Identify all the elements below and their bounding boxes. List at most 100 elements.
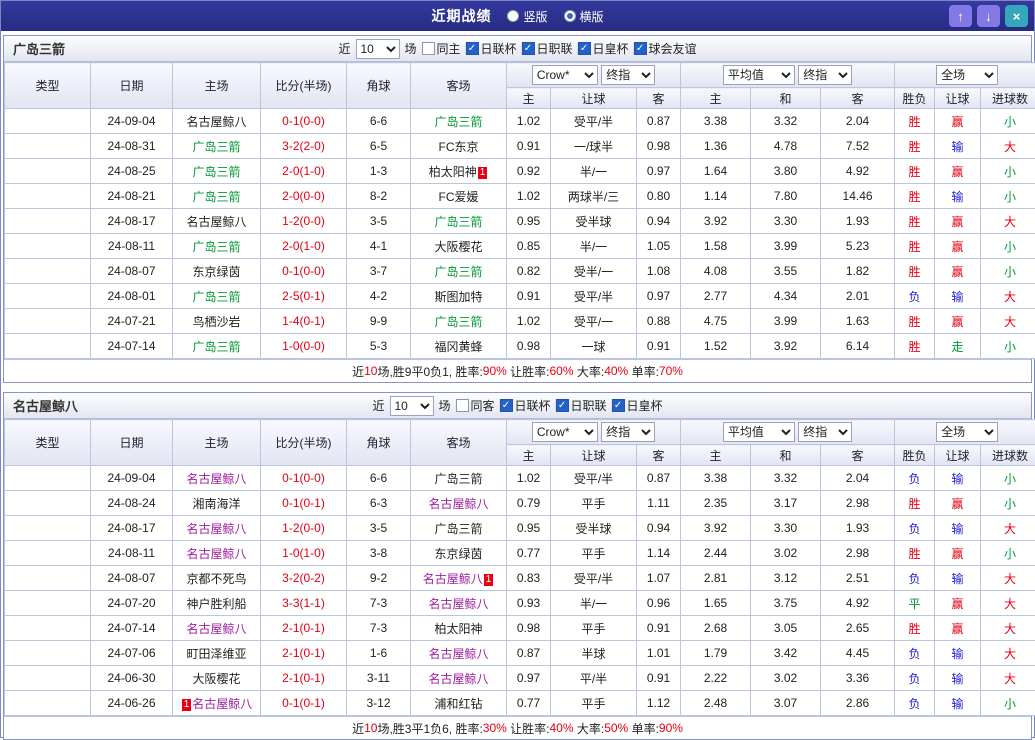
corners-cell: 6-6 bbox=[347, 466, 411, 491]
sub-col-header: 主 bbox=[507, 445, 551, 466]
away-team-cell: FC爱媛 bbox=[411, 184, 507, 209]
odds-value: 平手 bbox=[551, 691, 637, 716]
move-up-button[interactable]: ↑ bbox=[949, 5, 972, 27]
team-label: 广岛三箭 bbox=[192, 165, 240, 179]
average-odds-group-header: 平均值 终指 bbox=[681, 63, 895, 88]
corners-cell: 4-1 bbox=[347, 234, 411, 259]
odds-company-select[interactable]: Crow* bbox=[532, 65, 598, 85]
odds-value: 5.23 bbox=[821, 234, 895, 259]
league-filter-2-3[interactable]: ✓日皇杯 bbox=[612, 397, 663, 414]
match-type-badge: 日职联 bbox=[5, 159, 91, 184]
company-odds-group-header: Crow* 终指 bbox=[507, 420, 681, 445]
odds-value: 1.01 bbox=[637, 641, 681, 666]
odds-value: 0.98 bbox=[507, 334, 551, 359]
handicap-flag: 赢 bbox=[935, 209, 981, 234]
close-button[interactable]: × bbox=[1005, 5, 1028, 27]
league-filter-1-2[interactable]: ✓日职联 bbox=[522, 40, 573, 57]
corners-cell: 3-5 bbox=[347, 209, 411, 234]
odds-final-select[interactable]: 终指 bbox=[601, 65, 655, 85]
down-arrow-icon: ↓ bbox=[985, 10, 992, 23]
away-team-cell: 浦和红钻 bbox=[411, 691, 507, 716]
result-flag: 负 bbox=[895, 466, 935, 491]
odds-value: 0.96 bbox=[637, 591, 681, 616]
league-filter-2-1[interactable]: ✓日联杯 bbox=[500, 397, 551, 414]
average-odds-select[interactable]: 平均值 bbox=[723, 422, 795, 442]
team-label: 东京绿茵 bbox=[192, 265, 240, 279]
away-team-cell: 广岛三箭 bbox=[411, 259, 507, 284]
summary-part: 场,胜9平0负1, 胜率: bbox=[377, 363, 482, 380]
match-count-select[interactable]: 10 bbox=[389, 396, 433, 416]
summary-part: 让胜率: bbox=[507, 720, 550, 737]
summary-part: 10 bbox=[364, 364, 377, 378]
topbar: 近期战绩 竖版 横版 ↑ ↓ × bbox=[1, 1, 1034, 31]
league-filter-1-3[interactable]: ✓日皇杯 bbox=[578, 40, 629, 57]
match-row: 日职联 24-06-30 大阪樱花 2-1(0-1) 3-11 名古屋鲸八 0.… bbox=[5, 666, 1035, 691]
team-label: 广岛三箭 bbox=[192, 190, 240, 204]
sub-col-header: 让球 bbox=[935, 88, 981, 109]
match-type-badge: 日职联 bbox=[5, 134, 91, 159]
match-date: 24-08-01 bbox=[91, 284, 173, 309]
score-cell: 1-4(0-1) bbox=[261, 309, 347, 334]
team-label: 广岛三箭 bbox=[434, 472, 482, 486]
same-venue-filter[interactable]: 同主 bbox=[421, 40, 460, 57]
radio-label: 竖版 bbox=[523, 8, 547, 25]
odds-value: 7.80 bbox=[751, 184, 821, 209]
score-cell: 1-2(0-0) bbox=[261, 209, 347, 234]
same-venue-filter[interactable]: 同客 bbox=[455, 397, 494, 414]
match-date: 24-08-24 bbox=[91, 491, 173, 516]
col-header: 角球 bbox=[347, 420, 411, 466]
average-odds-select[interactable]: 平均值 bbox=[723, 65, 795, 85]
summary-part: 40% bbox=[604, 364, 628, 378]
match-type-badge: 日职联 bbox=[5, 591, 91, 616]
section-header: 广岛三箭 近 10 场 同主 ✓日联杯✓日职联✓日皇杯✓球会友谊 bbox=[4, 36, 1031, 62]
odds-value: 0.79 bbox=[507, 491, 551, 516]
recent-results-window: 近期战绩 竖版 横版 ↑ ↓ × 广岛三箭 近 10 场 同主 ✓日联杯✓日 bbox=[0, 0, 1035, 738]
odds-final-select[interactable]: 终指 bbox=[601, 422, 655, 442]
result-flag: 胜 bbox=[895, 541, 935, 566]
odds-value: 两球半/三 bbox=[551, 184, 637, 209]
odds-company-select[interactable]: Crow* bbox=[532, 422, 598, 442]
match-row: 日职联 24-08-17 名古屋鲸八 1-2(0-0) 3-5 广岛三箭 0.9… bbox=[5, 209, 1035, 234]
team-name: 广岛三箭 bbox=[13, 39, 65, 58]
team-label: 广岛三箭 bbox=[192, 340, 240, 354]
goals-flag: 大 bbox=[981, 309, 1035, 334]
layout-radio-vertical[interactable]: 竖版 bbox=[507, 8, 547, 25]
team-label: 名古屋鲸八 bbox=[186, 622, 246, 636]
match-row: 日职联 24-08-17 名古屋鲸八 1-2(0-0) 3-5 广岛三箭 0.9… bbox=[5, 516, 1035, 541]
match-scope-select[interactable]: 全场 bbox=[936, 65, 998, 85]
sub-col-header: 客 bbox=[821, 88, 895, 109]
average-final-select[interactable]: 终指 bbox=[798, 65, 852, 85]
match-type-badge: 日联杯 bbox=[5, 466, 91, 491]
move-down-button[interactable]: ↓ bbox=[977, 5, 1000, 27]
league-filter-1-4[interactable]: ✓球会友谊 bbox=[634, 40, 697, 57]
odds-value: 0.94 bbox=[637, 209, 681, 234]
sub-col-header: 让球 bbox=[551, 88, 637, 109]
odds-value: 2.01 bbox=[821, 284, 895, 309]
goals-flag: 大 bbox=[981, 516, 1035, 541]
layout-radio-horizontal[interactable]: 横版 bbox=[564, 8, 604, 25]
checkbox-label: 日联杯 bbox=[515, 397, 551, 414]
match-count-select[interactable]: 10 bbox=[355, 39, 399, 59]
odds-value: 2.86 bbox=[821, 691, 895, 716]
odds-value: 2.35 bbox=[681, 491, 751, 516]
match-scope-select[interactable]: 全场 bbox=[936, 422, 998, 442]
sub-col-header: 让球 bbox=[935, 445, 981, 466]
match-date: 24-08-25 bbox=[91, 159, 173, 184]
league-filter-1-1[interactable]: ✓日联杯 bbox=[465, 40, 516, 57]
home-team-cell: 名古屋鲸八 bbox=[173, 109, 261, 134]
match-type-badge: 日职联 bbox=[5, 491, 91, 516]
result-flag: 胜 bbox=[895, 259, 935, 284]
league-filter-2-2[interactable]: ✓日职联 bbox=[556, 397, 607, 414]
result-flag: 负 bbox=[895, 566, 935, 591]
odds-value: 受半球 bbox=[551, 209, 637, 234]
team-label: 湘南海洋 bbox=[192, 497, 240, 511]
odds-value: 3.05 bbox=[751, 616, 821, 641]
odds-value: 1.63 bbox=[821, 309, 895, 334]
match-date: 24-07-20 bbox=[91, 591, 173, 616]
corners-cell: 3-11 bbox=[347, 666, 411, 691]
odds-value: 受半/一 bbox=[551, 259, 637, 284]
handicap-flag: 输 bbox=[935, 184, 981, 209]
odds-value: 0.97 bbox=[637, 284, 681, 309]
col-header: 比分(半场) bbox=[261, 63, 347, 109]
average-final-select[interactable]: 终指 bbox=[798, 422, 852, 442]
